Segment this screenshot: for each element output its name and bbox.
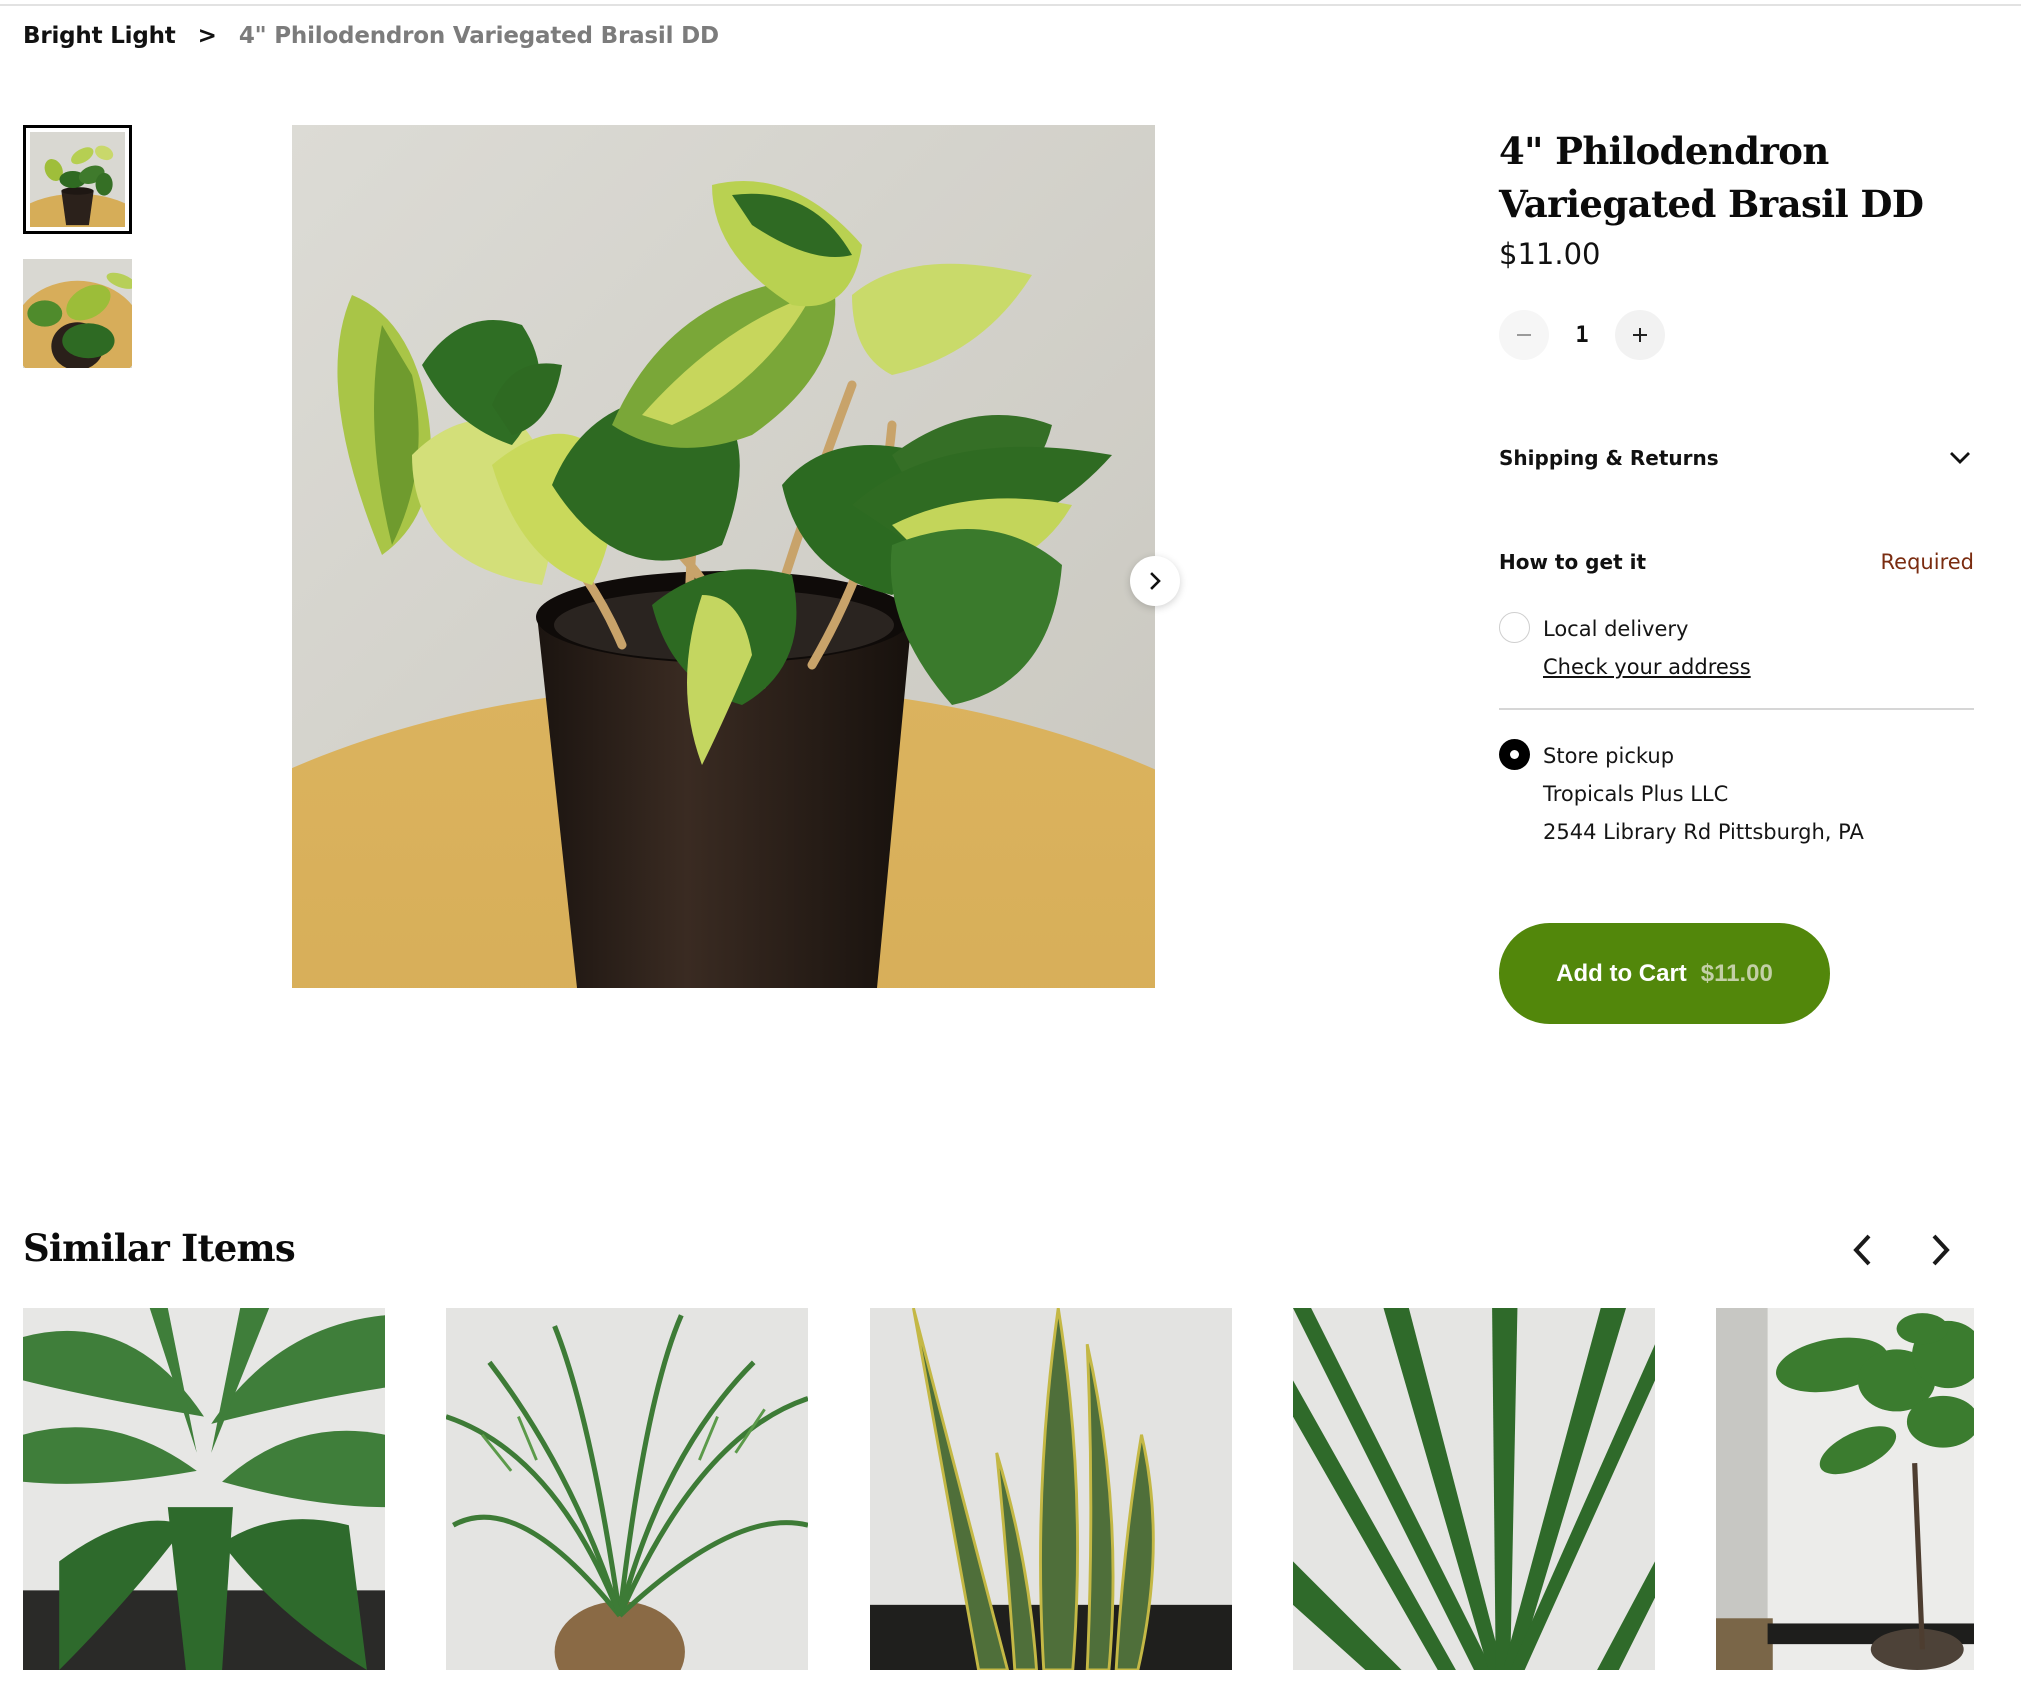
fulfillment-header: How to get it Required: [1499, 550, 1974, 574]
quantity-value[interactable]: 1: [1549, 323, 1615, 348]
store-address: 2544 Library Rd Pittsburgh, PA: [1543, 820, 1864, 844]
similar-item-card[interactable]: [23, 1308, 385, 1670]
option-divider: [1499, 708, 1974, 710]
fan-palm-image: [23, 1308, 385, 1670]
thumbnail-2[interactable]: [23, 259, 132, 368]
add-to-cart-button[interactable]: Add to Cart $11.00: [1499, 923, 1830, 1024]
breadcrumb-separator: >: [197, 23, 217, 49]
local-delivery-radio[interactable]: [1499, 612, 1530, 643]
similar-item-card[interactable]: [1293, 1308, 1655, 1670]
local-delivery-text: Local delivery Check your address: [1543, 610, 1751, 686]
thumbnail-2-image: [23, 259, 132, 368]
check-address-link[interactable]: Check your address: [1543, 648, 1751, 686]
chevron-right-icon: [1932, 1234, 1950, 1266]
decrement-quantity-button[interactable]: [1499, 310, 1549, 360]
shipping-returns-label: Shipping & Returns: [1499, 446, 1719, 470]
similar-item-card[interactable]: [870, 1308, 1232, 1670]
thumbnail-1[interactable]: [23, 125, 132, 234]
local-delivery-label: Local delivery: [1543, 617, 1689, 641]
header-divider: [0, 4, 2021, 6]
philodendron-photo: [292, 125, 1155, 988]
chevron-left-icon: [1853, 1234, 1871, 1266]
chevron-right-icon: [1150, 572, 1161, 590]
similar-items-heading: Similar Items: [23, 1226, 296, 1270]
add-to-cart-label: Add to Cart: [1556, 959, 1687, 987]
quantity-stepper: 1: [1499, 310, 1665, 360]
breadcrumb: Bright Light > 4" Philodendron Variegate…: [23, 20, 719, 52]
similar-next-button[interactable]: [1920, 1228, 1960, 1272]
thumbnail-1-image: [30, 132, 125, 227]
plus-icon: [1633, 328, 1647, 342]
main-product-image: [292, 125, 1155, 988]
product-price: $11.00: [1499, 237, 1601, 271]
breadcrumb-link-bright-light[interactable]: Bright Light: [23, 23, 176, 49]
chevron-down-icon: [1950, 452, 1970, 464]
next-image-button[interactable]: [1130, 556, 1180, 606]
increment-quantity-button[interactable]: [1615, 310, 1665, 360]
snake-plant-image: [870, 1308, 1232, 1670]
similar-prev-button[interactable]: [1843, 1228, 1883, 1272]
similar-item-card[interactable]: [1716, 1308, 1974, 1670]
product-title: 4" Philodendron Variegated Brasil DD: [1499, 129, 1924, 226]
add-to-cart-price: $11.00: [1700, 959, 1773, 987]
product-details: 4" Philodendron Variegated Brasil DD $11…: [1499, 125, 1974, 1024]
required-badge: Required: [1880, 550, 1974, 574]
store-pickup-text: Store pickup Tropicals Plus LLC 2544 Lib…: [1543, 737, 1864, 851]
breadcrumb-current: 4" Philodendron Variegated Brasil DD: [238, 23, 719, 49]
store-pickup-label: Store pickup: [1543, 744, 1675, 768]
store-pickup-radio[interactable]: [1499, 739, 1530, 770]
palm-fronds-image: [1293, 1308, 1655, 1670]
fulfillment-label: How to get it: [1499, 550, 1647, 574]
minus-icon: [1517, 334, 1531, 336]
similar-item-card[interactable]: [446, 1308, 808, 1670]
date-palm-image: [446, 1308, 808, 1670]
shipping-returns-accordion[interactable]: Shipping & Returns: [1499, 440, 1974, 476]
fiddle-leaf-fig-image: [1716, 1308, 1974, 1670]
store-name: Tropicals Plus LLC: [1543, 782, 1729, 806]
